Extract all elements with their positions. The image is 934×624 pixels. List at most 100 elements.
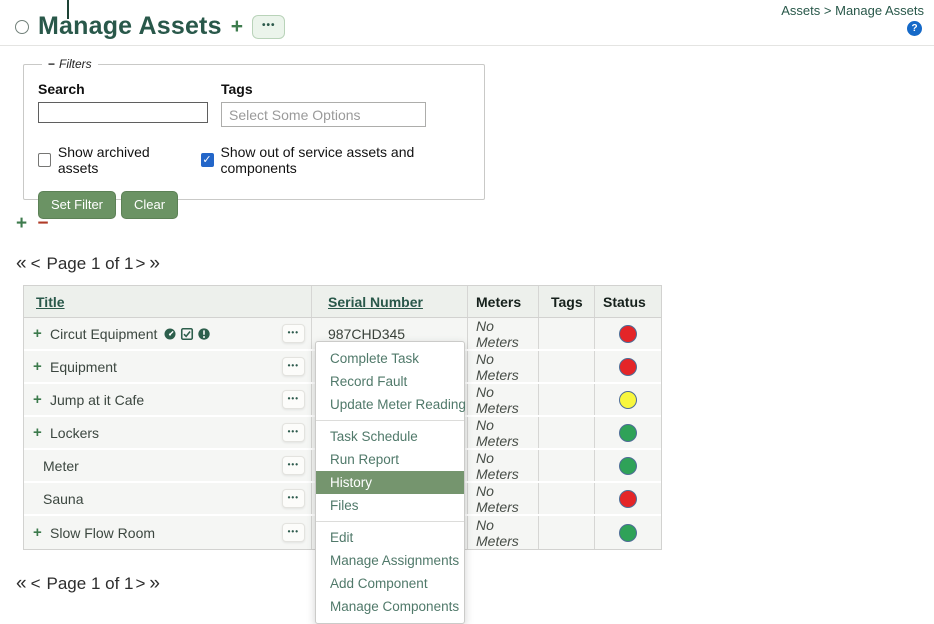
meters-cell: No Meters [468,516,539,549]
meters-cell: No Meters [468,417,539,448]
pagination-label: Page 1 of 1 [47,574,134,594]
title-cell: + Jump at it Cafe ••• [24,384,312,415]
meters-cell: No Meters [468,384,539,415]
sort-title-link[interactable]: Title [36,294,65,310]
pagination-next-button[interactable]: > [135,254,145,274]
search-input[interactable] [38,102,208,123]
task-check-icon [180,327,194,341]
row-actions-button[interactable]: ••• [282,489,305,508]
breadcrumb-assets-link[interactable]: Assets [781,3,820,18]
checkbox-unchecked-icon[interactable] [38,153,51,167]
column-header-meters: Meters [468,286,539,317]
show-out-of-service-checkbox[interactable]: ✓ Show out of service assets and compone… [201,144,470,176]
column-header-status: Status [595,286,661,317]
menu-item-manage-assignments[interactable]: Manage Assignments [316,549,464,572]
breadcrumb-separator: > [820,3,835,18]
sort-serial-link[interactable]: Serial Number [328,294,423,310]
meters-cell: No Meters [468,351,539,382]
status-cell [595,483,661,514]
page-more-actions-button[interactable]: ••• [252,15,286,39]
column-header-tags: Tags [539,286,595,317]
tags-cell [539,318,595,349]
column-header-title: Title [24,286,312,317]
alert-circle-icon [197,327,211,341]
set-filter-button[interactable]: Set Filter [38,191,116,219]
row-actions-button[interactable]: ••• [282,390,305,409]
expand-row-icon[interactable]: + [33,326,45,341]
text-caret-artifact [67,0,69,19]
asset-title: Circut Equipment [50,326,157,342]
column-header-serial: Serial Number [312,286,468,317]
tags-cell [539,417,595,448]
tags-label: Tags [221,81,441,97]
checkbox-checked-icon[interactable]: ✓ [201,153,214,167]
tags-cell [539,384,595,415]
expand-row-icon[interactable]: + [33,425,45,440]
row-actions-button[interactable]: ••• [282,423,305,442]
pagination-last-button[interactable]: » [149,253,160,275]
pagination-first-button[interactable]: « [16,573,27,595]
menu-item-edit[interactable]: Edit [316,526,464,549]
menu-item-task-schedule[interactable]: Task Schedule [316,425,464,448]
collapse-all-icon[interactable]: − [37,213,48,234]
asset-title: Equipment [50,359,117,375]
spinner-circle-icon [15,20,29,34]
status-cell [595,417,661,448]
status-indicator-red [619,325,637,343]
menu-item-run-report[interactable]: Run Report [316,448,464,471]
row-actions-button[interactable]: ••• [282,456,305,475]
show-archived-checkbox[interactable]: Show archived assets [38,144,182,176]
expand-all-icon[interactable]: + [16,213,27,234]
pagination-last-button[interactable]: » [149,573,160,595]
status-indicator-red [619,358,637,376]
pagination-first-button[interactable]: « [16,253,27,275]
status-indicator-green [619,457,637,475]
status-indicator-green [619,524,637,542]
menu-item-files[interactable]: Files [316,494,464,517]
meters-cell: No Meters [468,450,539,481]
status-indicator-red [619,490,637,508]
filters-panel: −Filters Search Tags Show archived asset… [23,57,485,200]
meter-gauge-icon [163,327,177,341]
pagination-prev-button[interactable]: < [31,574,41,594]
add-asset-button[interactable]: + [231,16,243,37]
asset-title: Sauna [43,491,83,507]
menu-separator [316,521,464,522]
menu-item-add-component[interactable]: Add Component [316,572,464,595]
table-header-row: Title Serial Number Meters Tags Status [24,286,661,318]
page-header: Manage Assets + ••• Assets > Manage Asse… [0,0,934,46]
tags-cell [539,483,595,514]
menu-item-history[interactable]: History [316,471,464,494]
tags-input[interactable] [221,102,426,127]
row-actions-button[interactable]: ••• [282,523,305,542]
pagination-bottom: « < Page 1 of 1 > » [16,572,934,596]
pagination-next-button[interactable]: > [135,574,145,594]
menu-item-complete-task[interactable]: Complete Task [316,347,464,370]
expand-row-icon[interactable]: + [33,392,45,407]
expand-row-icon[interactable]: + [33,359,45,374]
page-title: Manage Assets [38,12,222,41]
collapse-filters-icon[interactable]: − [48,57,55,71]
show-out-of-service-label: Show out of service assets and component… [221,144,471,176]
menu-item-update-meter-reading[interactable]: Update Meter Reading [316,393,464,416]
asset-badges [163,327,211,341]
title-cell: + Equipment ••• [24,351,312,382]
asset-title: Lockers [50,425,99,441]
row-actions-button[interactable]: ••• [282,357,305,376]
asset-title: Meter [43,458,79,474]
help-icon[interactable]: ? [907,21,922,36]
clear-filter-button[interactable]: Clear [121,191,178,219]
title-cell: + Circut Equipment ••• [24,318,312,349]
row-actions-button[interactable]: ••• [282,324,305,343]
menu-item-record-fault[interactable]: Record Fault [316,370,464,393]
status-cell [595,318,661,349]
status-cell [595,351,661,382]
breadcrumb-current: Manage Assets [835,3,924,18]
tags-cell [539,450,595,481]
pagination-prev-button[interactable]: < [31,254,41,274]
expand-row-icon[interactable]: + [33,525,45,540]
show-archived-label: Show archived assets [58,144,182,176]
menu-separator [316,420,464,421]
status-indicator-green [619,424,637,442]
title-cell: + Lockers ••• [24,417,312,448]
